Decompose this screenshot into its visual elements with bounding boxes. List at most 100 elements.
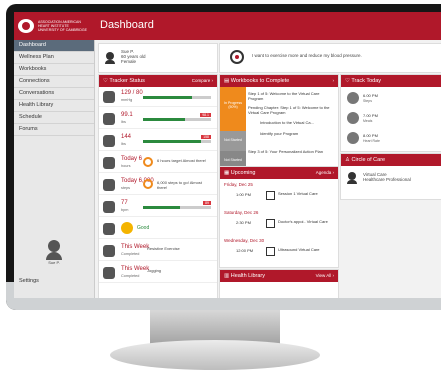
tracker-row[interactable]: 77 bpm 89 — [99, 198, 217, 217]
clock-icon — [266, 219, 275, 228]
workbook-item[interactable]: Identify your Program — [260, 131, 346, 136]
sidebar-item-conversations[interactable]: Conversations — [14, 88, 94, 100]
circle-of-care-card: ♙ Circle of Care Virtual Care Healthcare… — [340, 153, 441, 200]
tracker-bar-fill — [143, 96, 192, 99]
heart-rate-icon — [347, 132, 359, 144]
activity-label: Resistive Exercise — [147, 246, 180, 251]
tracker-row[interactable]: 129 / 80 mmHg — [99, 88, 217, 107]
sidebar-item-connections[interactable]: Connections — [14, 76, 94, 88]
circle-member[interactable]: Virtual Care Healthcare Professional — [363, 172, 411, 182]
sidebar-item-forums[interactable]: Forums — [14, 124, 94, 136]
tracker-icon — [103, 267, 115, 279]
target-icon — [230, 50, 244, 64]
workbooks-more-icon[interactable]: › — [333, 75, 335, 87]
goal-card: I want to exercise more and reduce my bl… — [219, 43, 441, 73]
tracker-unit: hours — [121, 164, 131, 168]
tracker-icon — [103, 223, 115, 235]
upcoming-title: Upcoming — [230, 170, 256, 176]
tracker-bar — [143, 206, 211, 209]
view-all-link[interactable]: View All › — [316, 270, 334, 282]
smiley-icon — [121, 222, 133, 234]
health-library-header: ▥ Health Library View All › — [220, 270, 338, 282]
in-progress-block: In Progress (50%) — [220, 87, 246, 131]
tracker-bar-fill — [143, 206, 181, 209]
tracker-value: 99.1 — [121, 112, 133, 118]
tracker-badge: 89 — [203, 201, 211, 205]
sidebar-item-workbooks[interactable]: Workbooks — [14, 64, 94, 76]
upcoming-card: ▦ Upcoming Agenda › Friday, Dec 25 1:00 … — [219, 166, 339, 268]
agenda-link[interactable]: Agenda › — [316, 167, 334, 179]
sidebar-item-dashboard[interactable]: Dashboard — [14, 40, 94, 52]
workbook-item[interactable]: Step 3 of 5: Your Personalized Action Pl… — [248, 149, 334, 154]
tracker-status-card: ♡ Tracker Status Compare › 129 / 80 mmHg 9… — [98, 74, 218, 298]
dashboard-content: Sue P. 60 years old Female I want to exe… — [98, 43, 441, 298]
profile-gender: Female — [121, 59, 137, 64]
tracker-unit: Completed — [121, 252, 140, 256]
member-avatar-icon — [347, 172, 357, 184]
event-time: 12:00 PM — [236, 248, 254, 253]
health-library-card: ▥ Health Library View All › — [219, 269, 339, 298]
tracker-bar — [143, 96, 211, 99]
tracker-icon — [103, 91, 115, 103]
profile-card: Sue P. 60 years old Female — [98, 43, 218, 73]
tracker-value: 129 / 80 — [121, 90, 143, 96]
event-day: Saturday, Dec 26 — [224, 210, 259, 215]
tracker-icon — [103, 113, 115, 125]
tracker-row[interactable]: Today 6 hours 6 hours target Almost there! — [99, 154, 217, 173]
library-icon: ▥ — [224, 273, 231, 279]
event-title[interactable]: Session 1 Virtual Care — [278, 191, 334, 196]
tracker-value: This Week — [121, 244, 150, 250]
clock-icon — [266, 247, 275, 256]
tracker-unit: steps — [121, 186, 131, 190]
logo[interactable]: ASSOCIATION AMERICAN HEART INSTITUTE UNI… — [14, 12, 98, 40]
tracker-status-header: ♡ Tracker Status Compare › — [99, 75, 217, 87]
track-today-item[interactable]: 8.00 PM Heart Rate — [341, 129, 425, 149]
progress-text: 6,000 steps to go! Almost there! — [157, 180, 202, 190]
tracker-badge: 158 — [201, 135, 211, 139]
event-day: Wednesday, Dec 30 — [224, 238, 265, 243]
tracker-bar — [143, 140, 211, 143]
track-today-item[interactable]: 7.00 PM Meals — [341, 109, 425, 129]
top-bar: ASSOCIATION AMERICAN HEART INSTITUTE UNI… — [14, 12, 441, 40]
tracker-bar — [143, 118, 211, 121]
sidebar-item-schedule[interactable]: Schedule — [14, 112, 94, 124]
sidebar-item-health-library[interactable]: Health Library — [14, 100, 94, 112]
tracker-row[interactable]: 144 lbs 158 — [99, 132, 217, 151]
tracker-icon — [103, 201, 115, 213]
circle-of-care-title: Circle of Care — [351, 157, 386, 163]
tracker-unit: lbs — [121, 120, 126, 124]
event-title[interactable]: Ultrasound Virtual Care — [278, 247, 334, 252]
tracker-unit: mmHg — [121, 98, 133, 102]
sidebar: Dashboard Wellness Plan Workbooks Connec… — [14, 40, 95, 298]
sidebar-user[interactable]: Sue P. — [44, 240, 64, 265]
tracker-unit: lbs — [121, 142, 126, 146]
sidebar-item-wellness-plan[interactable]: Wellness Plan — [14, 52, 94, 64]
event-title[interactable]: Doctor's appoi.. Virtual Care — [278, 219, 334, 224]
tracker-row[interactable]: This Week Completed Jogging — [99, 264, 217, 283]
upcoming-header: ▦ Upcoming Agenda › — [220, 167, 338, 179]
progress-text: 6 hours target Almost there! — [157, 158, 207, 163]
track-today-item[interactable]: 6.00 PM Steps — [341, 89, 425, 109]
workbook-item[interactable]: Introduction to the Virtual Ca... — [260, 120, 346, 125]
track-today-title: Track Today — [351, 78, 382, 84]
settings-link[interactable]: Settings — [19, 278, 39, 284]
tracker-status-title: Tracker Status — [109, 78, 145, 84]
tracker-row[interactable]: This Week Completed Resistive Exercise — [99, 242, 217, 261]
heart-logo-icon — [18, 19, 34, 33]
calendar-icon: ▦ — [224, 170, 231, 176]
workbook-item[interactable]: Pending Chapter: Step 1 of 5: Welcome to… — [248, 105, 334, 115]
workbooks-title: Workbooks to Complete — [230, 78, 290, 84]
activity-label: Jogging — [147, 268, 162, 273]
tracker-row[interactable]: Today 6,000 steps 6,000 steps to go! Almos… — [99, 176, 217, 195]
compare-link[interactable]: Compare › — [192, 75, 213, 87]
tracker-bar-fill — [143, 118, 186, 121]
tracker-icon — [103, 157, 115, 169]
tracker-row[interactable]: 99.1 lbs 98.1 — [99, 110, 217, 129]
progress-ring — [143, 179, 153, 189]
progress-ring — [143, 157, 153, 167]
tracker-row[interactable]: Good — [99, 220, 217, 239]
workbook-item[interactable]: Step 1 of 5: Welcome to the Virtual Care… — [248, 91, 334, 101]
monitor-screen: ASSOCIATION AMERICAN HEART INSTITUTE UNI… — [14, 12, 441, 298]
mood-label: Good — [137, 225, 150, 231]
tracker-badge: 98.1 — [200, 113, 211, 117]
